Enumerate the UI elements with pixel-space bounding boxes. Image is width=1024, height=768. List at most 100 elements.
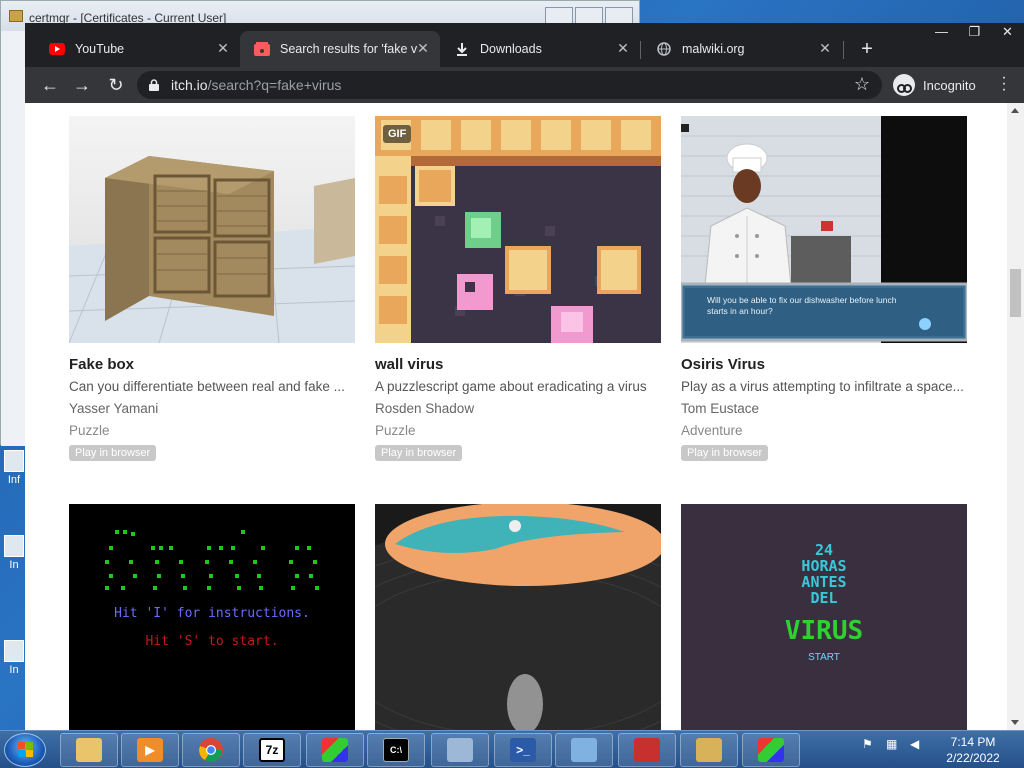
chrome-icon <box>198 738 224 762</box>
retro-start-text: Hit 'S' to start. <box>145 634 279 649</box>
desktop-icon[interactable]: Inf <box>2 450 26 486</box>
taskbar-7zip[interactable]: 7z <box>243 733 301 767</box>
desktop-icon[interactable]: In <box>2 535 26 571</box>
game-author[interactable]: Tom Eustace <box>681 401 967 416</box>
forward-button[interactable]: → <box>71 74 93 96</box>
back-button[interactable]: ← <box>39 74 61 96</box>
lock-icon <box>149 78 159 91</box>
taskbar-clock[interactable]: 7:14 PM 2/22/2022 <box>932 734 1014 766</box>
cmd-icon: C:\ <box>383 738 409 762</box>
gif-badge: GIF <box>383 125 412 143</box>
close-tab-icon[interactable]: ✕ <box>416 41 430 55</box>
taskbar-calculator[interactable] <box>431 733 489 767</box>
minimize-button[interactable]: — <box>925 23 958 43</box>
url-text: itch.io/search?q=fake+virus <box>171 77 342 93</box>
7zip-icon: 7z <box>259 738 285 762</box>
game-author[interactable]: Yasser Yamani <box>69 401 355 416</box>
incognito-indicator[interactable]: Incognito <box>893 72 976 98</box>
taskbar-app-cube[interactable] <box>306 733 364 767</box>
page-content: Fake box Can you differentiate between r… <box>25 103 1007 730</box>
game-author[interactable]: Rosden Shadow <box>375 401 661 416</box>
scroll-up-icon[interactable] <box>1011 108 1019 113</box>
cube-icon <box>322 738 348 762</box>
itchio-icon <box>254 41 270 57</box>
platform-tag: Play in browser <box>681 445 769 461</box>
system-tray: ⚑ ▦ ◀ <box>862 737 926 753</box>
game-thumbnail[interactable]: Hit 'I' for instructions. Hit 'S' to sta… <box>69 504 355 730</box>
close-window-button[interactable]: ✕ <box>991 23 1024 43</box>
cube-icon <box>758 738 784 762</box>
scroll-thumb[interactable] <box>1010 269 1021 317</box>
taskbar-chrome[interactable] <box>182 733 240 767</box>
desktop-icon[interactable]: In <box>2 640 26 676</box>
download-icon <box>454 41 470 57</box>
clock-date: 2/22/2022 <box>946 751 1000 765</box>
game-card[interactable]: GIF wall virus A puzzlescript game about… <box>375 116 661 461</box>
close-tab-icon[interactable]: ✕ <box>818 41 832 55</box>
close-tab-icon[interactable]: ✕ <box>216 41 230 55</box>
globe-icon <box>656 41 672 57</box>
game-description: Can you differentiate between real and f… <box>69 379 345 394</box>
folder-icon <box>76 738 102 762</box>
new-tab-button[interactable]: + <box>857 39 877 59</box>
maximize-button[interactable]: ❐ <box>958 23 991 43</box>
game-description: A puzzlescript game about eradicating a … <box>375 379 647 394</box>
taskbar-control-panel[interactable] <box>555 733 613 767</box>
tab-malwiki[interactable]: malwiki.org ✕ <box>642 31 842 67</box>
toolbox-icon <box>634 738 660 762</box>
taskbar-explorer[interactable] <box>60 733 118 767</box>
close-tab-icon[interactable]: ✕ <box>616 41 630 55</box>
tab-itchio-search[interactable]: Search results for 'fake vir ✕ <box>240 31 440 67</box>
youtube-icon <box>49 41 65 57</box>
media-player-icon: ▶ <box>137 738 163 762</box>
reload-button[interactable]: ↻ <box>105 74 127 96</box>
address-bar[interactable]: itch.io/search?q=fake+virus ☆ <box>137 71 882 99</box>
flag-icon[interactable]: ⚑ <box>862 737 878 753</box>
network-icon[interactable]: ▦ <box>886 737 902 753</box>
start-label[interactable]: START <box>681 652 967 663</box>
game-thumbnail[interactable] <box>375 504 661 730</box>
platform-tag: Play in browser <box>69 445 157 461</box>
calculator-icon <box>447 738 473 762</box>
game-thumbnail[interactable]: 24 HORAS ANTES DEL VIRUS START <box>681 504 967 730</box>
powershell-icon: >_ <box>510 738 536 762</box>
game-title[interactable]: wall virus <box>375 356 661 373</box>
game-genre: Puzzle <box>69 423 110 438</box>
game-card[interactable]: Osiris Virus Play as a virus attempting … <box>681 116 967 461</box>
taskbar: ▶ 7z C:\ >_ ⚑ ▦ ◀ 7:14 PM 2/22/2022 <box>0 730 1024 768</box>
game-title[interactable]: Fake box <box>69 356 355 373</box>
title-text: 24 <box>814 541 834 559</box>
game-genre: Adventure <box>681 423 743 438</box>
scroll-down-icon[interactable] <box>1011 720 1019 725</box>
taskbar-cmd[interactable]: C:\ <box>367 733 425 767</box>
control-panel-icon <box>571 738 597 762</box>
tab-downloads[interactable]: Downloads ✕ <box>440 31 640 67</box>
tab-separator <box>843 41 844 59</box>
menu-icon[interactable]: · · · <box>999 70 1009 98</box>
taskbar-app-archive[interactable] <box>680 733 738 767</box>
title-text: HORAS <box>801 557 847 575</box>
bookmark-star-icon[interactable]: ☆ <box>854 74 870 95</box>
archive-icon <box>696 738 722 762</box>
taskbar-media-player[interactable]: ▶ <box>121 733 179 767</box>
tab-youtube[interactable]: YouTube ✕ <box>35 31 240 67</box>
taskbar-toolbox[interactable] <box>618 733 676 767</box>
certmgr-icon <box>9 10 23 22</box>
page-scrollbar[interactable] <box>1007 103 1024 730</box>
game-genre: Puzzle <box>375 423 416 438</box>
taskbar-app-cube-2[interactable] <box>742 733 800 767</box>
game-card[interactable]: Fake box Can you differentiate between r… <box>69 116 355 461</box>
game-title[interactable]: Osiris Virus <box>681 356 967 373</box>
incognito-icon <box>893 74 915 96</box>
taskbar-powershell[interactable]: >_ <box>494 733 552 767</box>
osiris-dialog-text: Will you be able to fix our dishwasher b… <box>707 295 897 316</box>
volume-icon[interactable]: ◀ <box>910 737 926 753</box>
platform-tag: Play in browser <box>375 445 463 461</box>
start-button[interactable] <box>4 733 46 767</box>
game-description: Play as a virus attempting to infiltrate… <box>681 379 964 394</box>
game-thumbnail[interactable] <box>69 116 355 343</box>
retro-instructions-text: Hit 'I' for instructions. <box>114 606 310 621</box>
game-thumbnail[interactable]: GIF <box>375 116 661 343</box>
clock-time: 7:14 PM <box>950 735 996 749</box>
browser-toolbar: ← → ↻ itch.io/search?q=fake+virus ☆ Inco… <box>25 67 1024 103</box>
